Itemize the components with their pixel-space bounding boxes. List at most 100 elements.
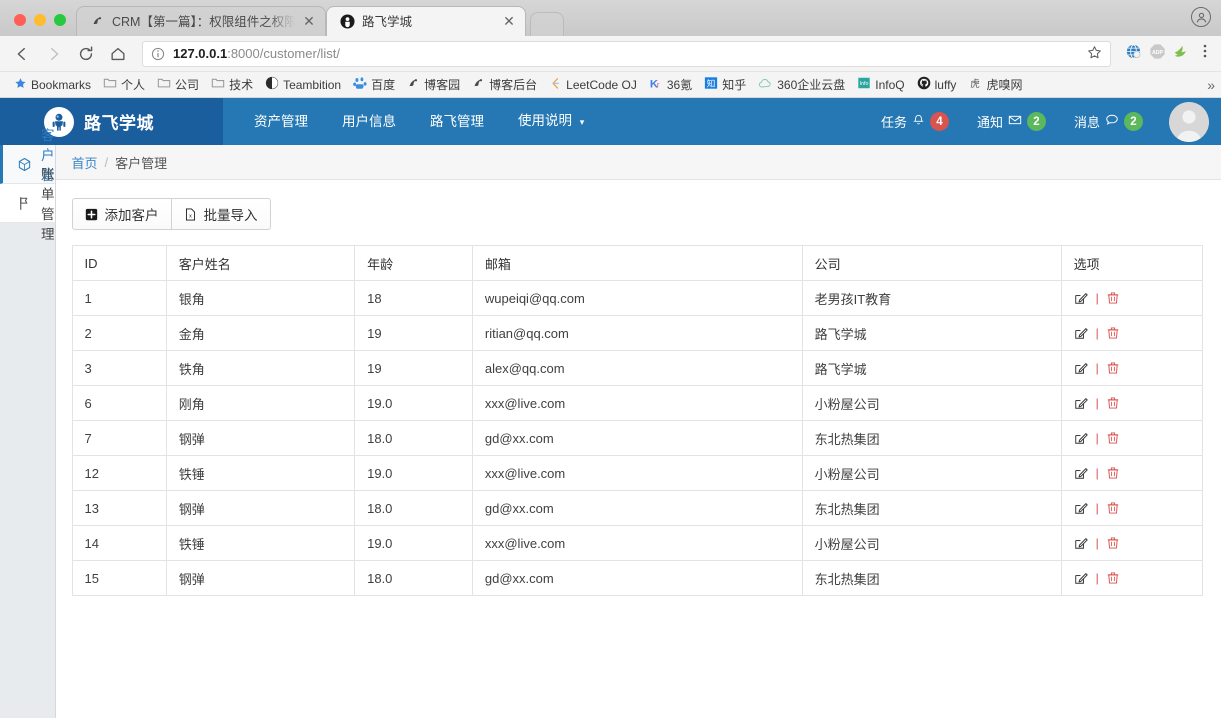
bookmark-item-personal[interactable]: 个人 — [97, 74, 151, 95]
delete-icon[interactable] — [1106, 361, 1121, 376]
breadcrumb: 首页 / 客户管理 — [56, 145, 1221, 180]
delete-icon[interactable] — [1106, 571, 1121, 586]
baidu-icon — [353, 76, 367, 93]
nav-item-user-info[interactable]: 用户信息 — [325, 98, 413, 145]
back-arrow-icon[interactable] — [8, 40, 36, 68]
cloud-icon — [758, 76, 773, 94]
edit-icon[interactable] — [1074, 501, 1089, 516]
edit-icon[interactable] — [1074, 291, 1089, 306]
page-info-icon[interactable] — [151, 47, 165, 61]
table-header-row: ID 客户姓名 年龄 邮箱 公司 选项 — [72, 246, 1203, 281]
brand-name: 路飞学城 — [84, 109, 154, 134]
new-tab-button[interactable] — [530, 12, 564, 36]
close-icon[interactable]: ✕ — [301, 14, 317, 30]
batch-import-button[interactable]: x 批量导入 — [172, 198, 271, 230]
profile-avatar-icon[interactable] — [1191, 7, 1211, 27]
reload-icon[interactable] — [72, 40, 100, 68]
table-row: 15钢弹18.0gd@xx.com东北热集团| — [72, 561, 1203, 596]
bookmark-label: InfoQ — [875, 78, 904, 92]
table-row: 14铁锤19.0xxx@live.com小粉屋公司| — [72, 526, 1203, 561]
bookmark-item-leetcode[interactable]: LeetCode OJ — [543, 75, 643, 95]
bookmark-item-cnblogs[interactable]: 博客园 — [401, 74, 466, 95]
bookmark-item-company[interactable]: 公司 — [151, 74, 205, 95]
bird-extension-icon[interactable] — [1173, 43, 1190, 65]
browser-tab-1[interactable]: CRM【第一篇】：权限组件之权限 ✕ — [76, 6, 326, 36]
nav-stat-label: 任务 — [881, 112, 907, 131]
sidebar-item-bill-management[interactable]: 账单管理 — [0, 184, 55, 223]
cell-options: | — [1061, 386, 1202, 421]
bookmark-label: 公司 — [175, 76, 199, 93]
bookmark-star-icon[interactable] — [1087, 45, 1102, 63]
maximize-window-button[interactable] — [54, 14, 66, 26]
minimize-window-button[interactable] — [34, 14, 46, 26]
breadcrumb-separator: / — [105, 155, 109, 170]
bookmark-item-360cloud[interactable]: 360企业云盘 — [752, 74, 851, 96]
bookmark-item-huxiu[interactable]: 虎 虎嗅网 — [962, 74, 1028, 95]
status-badge: 2 — [1027, 112, 1046, 131]
home-icon[interactable] — [104, 40, 132, 68]
bookmark-item-teambition[interactable]: Teambition — [259, 74, 347, 95]
bookmark-item-infoq[interactable]: Info InfoQ — [851, 74, 910, 95]
edit-icon[interactable] — [1074, 466, 1089, 481]
address-bar[interactable]: 127.0.0.1 :8000/customer/list/ — [142, 41, 1111, 67]
bookmark-item-36kr[interactable]: Kr 36氪 — [643, 74, 698, 95]
nav-stat-notifications[interactable]: 通知 2 — [963, 112, 1060, 131]
nav-stat-messages[interactable]: 消息 2 — [1060, 112, 1157, 131]
cell-age: 18.0 — [355, 561, 473, 596]
cell-company: 东北热集团 — [802, 491, 1061, 526]
bookmark-item-baidu[interactable]: 百度 — [347, 74, 401, 95]
nav-stat-tasks[interactable]: 任务 4 — [867, 112, 963, 131]
column-header-age: 年龄 — [355, 246, 473, 281]
close-icon[interactable]: ✕ — [501, 14, 517, 30]
edit-icon[interactable] — [1074, 396, 1089, 411]
nav-item-asset-management[interactable]: 资产管理 — [237, 98, 325, 145]
edit-icon[interactable] — [1074, 536, 1089, 551]
close-window-button[interactable] — [14, 14, 26, 26]
cell-age: 19.0 — [355, 386, 473, 421]
globe-extension-icon[interactable] — [1125, 43, 1142, 65]
delete-icon[interactable] — [1106, 326, 1121, 341]
cell-name: 铁锤 — [166, 456, 354, 491]
browser-tab-2[interactable]: 路飞学城 ✕ — [326, 6, 526, 36]
user-avatar[interactable] — [1169, 102, 1209, 142]
edit-icon[interactable] — [1074, 431, 1089, 446]
delete-icon[interactable] — [1106, 466, 1121, 481]
edit-icon[interactable] — [1074, 326, 1089, 341]
cell-email: wupeiqi@qq.com — [472, 281, 802, 316]
nav-item-instructions[interactable]: 使用说明 ▾ — [501, 97, 601, 146]
add-customer-button[interactable]: 添加客户 — [72, 198, 172, 230]
action-separator: | — [1096, 396, 1099, 410]
bookmarks-overflow-icon[interactable]: » — [1207, 77, 1215, 93]
delete-icon[interactable] — [1106, 291, 1121, 306]
table-row: 3铁角19alex@qq.com路飞学城| — [72, 351, 1203, 386]
nav-item-luffy-management[interactable]: 路飞管理 — [413, 98, 501, 145]
row-actions: | — [1074, 361, 1190, 376]
extension-icons: ADP — [1121, 43, 1213, 65]
content-area: 首页 / 客户管理 添加客户 x — [56, 145, 1221, 718]
app-nav-items: 资产管理 用户信息 路飞管理 使用说明 ▾ 任务 4 — [223, 98, 1221, 145]
bookmark-item-bookmarks[interactable]: Bookmarks — [8, 75, 97, 95]
bookmark-item-tech[interactable]: 技术 — [205, 74, 259, 95]
cell-id: 1 — [72, 281, 166, 316]
adblock-icon[interactable]: ADP — [1149, 43, 1166, 65]
bookmark-item-zhihu[interactable]: 知 知乎 — [698, 74, 752, 95]
bookmark-item-luffy[interactable]: luffy — [911, 74, 963, 95]
delete-icon[interactable] — [1106, 536, 1121, 551]
bookmark-label: 博客园 — [424, 76, 460, 93]
navbar-right: 任务 4 通知 2 消息 — [867, 102, 1221, 142]
forward-arrow-icon[interactable] — [40, 40, 68, 68]
cell-id: 14 — [72, 526, 166, 561]
cell-company: 路飞学城 — [802, 316, 1061, 351]
brand-home-link[interactable]: 路飞学城 — [0, 98, 223, 145]
bookmark-item-blog-admin[interactable]: 博客后台 — [466, 74, 543, 95]
edit-icon[interactable] — [1074, 571, 1089, 586]
chrome-menu-icon[interactable] — [1197, 43, 1213, 64]
delete-icon[interactable] — [1106, 396, 1121, 411]
delete-icon[interactable] — [1106, 501, 1121, 516]
url-path: :8000/customer/list/ — [227, 46, 340, 61]
delete-icon[interactable] — [1106, 431, 1121, 446]
star-icon — [14, 77, 27, 93]
breadcrumb-home-link[interactable]: 首页 — [72, 153, 98, 172]
blog-icon — [472, 77, 485, 93]
edit-icon[interactable] — [1074, 361, 1089, 376]
